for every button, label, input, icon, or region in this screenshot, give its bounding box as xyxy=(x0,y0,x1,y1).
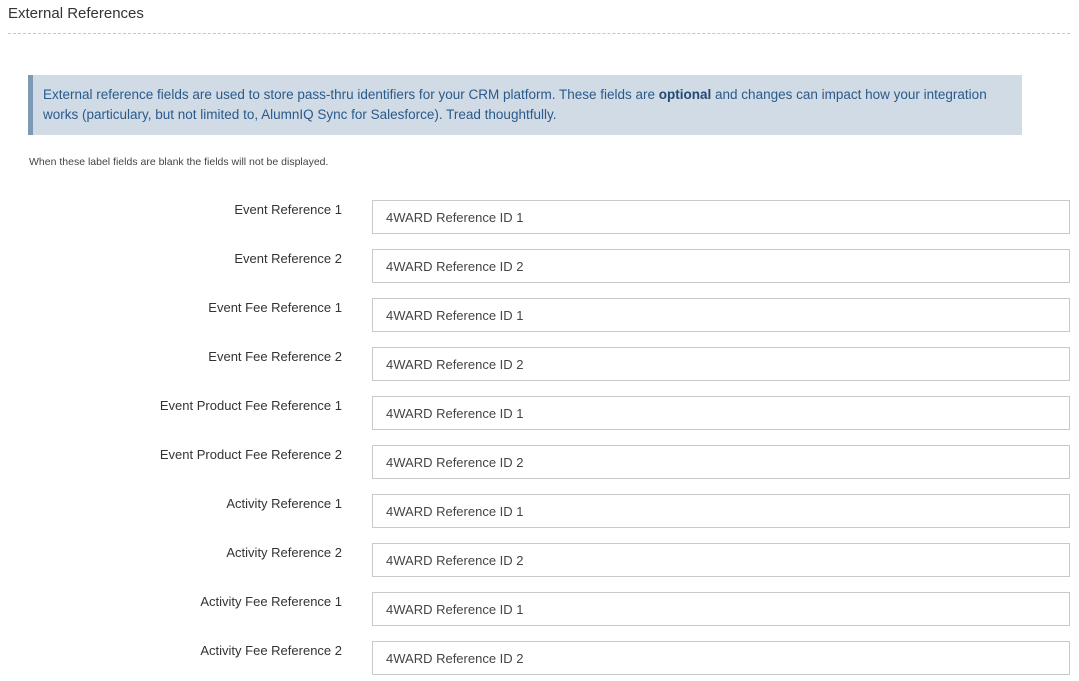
field-label: Event Product Fee Reference 2 xyxy=(159,447,342,462)
blank-label-hint: When these label fields are blank the fi… xyxy=(29,156,329,168)
event-fee-reference-2-input[interactable] xyxy=(372,347,1070,381)
section-title: External References xyxy=(8,5,144,22)
field-label: Event Reference 1 xyxy=(234,202,342,217)
title-divider xyxy=(8,33,1070,34)
field-row-activity-fee-reference-1: Activity Fee Reference 1 xyxy=(0,592,1079,626)
field-label: Event Reference 2 xyxy=(234,251,342,266)
activity-reference-1-input[interactable] xyxy=(372,494,1070,528)
activity-fee-reference-1-input[interactable] xyxy=(372,592,1070,626)
field-label: Event Product Fee Reference 1 xyxy=(159,398,342,413)
activity-reference-2-input[interactable] xyxy=(372,543,1070,577)
field-row-event-fee-reference-1: Event Fee Reference 1 xyxy=(0,298,1079,332)
info-notice: External reference fields are used to st… xyxy=(28,75,1022,135)
field-label: Event Fee Reference 1 xyxy=(208,300,342,315)
field-label: Activity Reference 2 xyxy=(226,545,342,560)
activity-fee-reference-2-input[interactable] xyxy=(372,641,1070,675)
field-row-event-product-fee-reference-2: Event Product Fee Reference 2 xyxy=(0,445,1079,479)
field-row-activity-reference-2: Activity Reference 2 xyxy=(0,543,1079,577)
event-product-fee-reference-2-input[interactable] xyxy=(372,445,1070,479)
field-row-event-product-fee-reference-1: Event Product Fee Reference 1 xyxy=(0,396,1079,430)
field-label: Event Fee Reference 2 xyxy=(208,349,342,364)
event-reference-1-input[interactable] xyxy=(372,200,1070,234)
field-row-activity-fee-reference-2: Activity Fee Reference 2 xyxy=(0,641,1079,675)
notice-text-before: External reference fields are used to st… xyxy=(43,87,659,102)
field-row-activity-reference-1: Activity Reference 1 xyxy=(0,494,1079,528)
event-product-fee-reference-1-input[interactable] xyxy=(372,396,1070,430)
field-label: Activity Fee Reference 2 xyxy=(200,643,342,658)
field-row-event-reference-1: Event Reference 1 xyxy=(0,200,1079,234)
event-fee-reference-1-input[interactable] xyxy=(372,298,1070,332)
notice-text-bold: optional xyxy=(658,87,712,102)
event-reference-2-input[interactable] xyxy=(372,249,1070,283)
field-row-event-reference-2: Event Reference 2 xyxy=(0,249,1079,283)
field-label: Activity Fee Reference 1 xyxy=(200,594,342,609)
field-label: Activity Reference 1 xyxy=(226,496,342,511)
field-row-event-fee-reference-2: Event Fee Reference 2 xyxy=(0,347,1079,381)
